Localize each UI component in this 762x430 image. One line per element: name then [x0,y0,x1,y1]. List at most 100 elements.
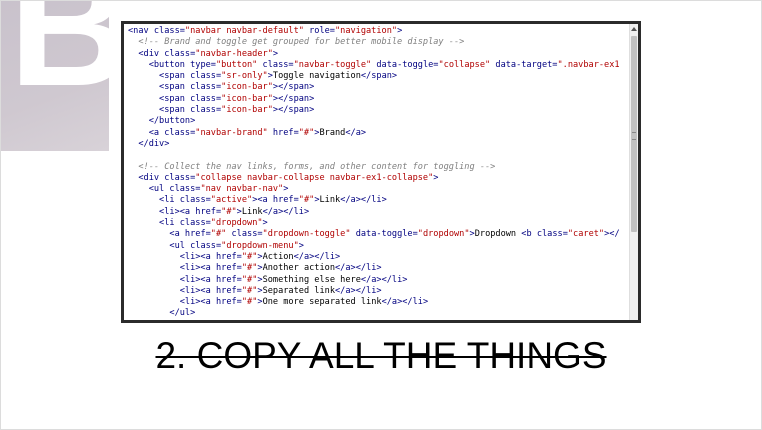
code-token: class= [179,195,211,206]
code-token: href= [215,297,242,308]
slide-caption: 2. COPY ALL THE THINGS [155,335,607,376]
code-line: <div class="navbar-header"> [128,49,630,60]
code-token: "#" [221,206,237,217]
code-token: </a></li> [335,263,382,274]
code-line: <li class="active"><a href="#">Link</a><… [128,195,630,206]
code-token: "#" [210,229,227,240]
code-line: <li><a href="#">Link</a></li> [128,207,630,218]
code-token: <ul [128,240,191,251]
presentation-slide: B <nav class="navbar navbar-default" rol… [0,0,762,430]
code-token: "collapse navbar-collapse navbar-ex1-col… [195,172,434,183]
code-token: "#" [298,195,315,206]
code-token: </a></li> [335,285,382,296]
chevron-up-icon[interactable] [631,27,637,31]
code-token: <li><a [128,285,216,296]
code-token: </a></li> [360,274,408,285]
code-token: class= [536,229,568,240]
code-token: <li><a [128,251,216,262]
code-line: <button type="button" class="navbar-togg… [128,60,630,71]
code-token: </span> [360,71,398,82]
code-line: <ul class="nav navbar-nav"> [128,184,630,195]
code-line: <nav class="navbar navbar-default" role=… [128,26,630,37]
code-token: > [262,218,268,229]
code-token: class= [257,59,294,70]
code-line: <div class="collapse navbar-collapse nav… [128,173,630,184]
code-token: class= [190,82,222,93]
code-token: Something else here [262,274,361,285]
code-token: Separated link [262,285,335,296]
code-token: "caret" [567,229,605,240]
code-token: href= [215,274,242,285]
code-token: class= [226,229,263,240]
code-token: <span [128,93,191,104]
code-line: <span class="icon-bar"></span> [128,94,630,105]
code-line: <a href="#" class="dropdown-toggle" data… [128,229,630,240]
code-token: "navbar-brand" [195,127,268,138]
code-token: <!-- Collect the nav links, forms, and o… [128,161,496,172]
vertical-scrollbar[interactable] [629,24,638,320]
code-line: <!-- Brand and toggle get grouped for be… [128,37,630,48]
code-token: href= [215,285,242,296]
code-token: "#" [298,127,315,138]
code-line: </div> [128,139,630,150]
code-token: "button" [215,59,258,70]
code-token: data-toggle= [350,229,418,240]
code-token: <nav [128,26,154,36]
code-token: </button> [128,116,196,127]
code-token: Action [262,251,294,262]
code-token: ></span> [272,82,315,93]
code-token: "navbar-header" [195,48,273,59]
code-token: class= [190,71,222,82]
code-line: </ul> [128,308,630,319]
code-token: > [298,240,304,251]
code-line: <li><a href="#">Another action</a></li> [128,263,630,274]
code-token: data-toggle= [371,59,439,70]
code-token: Brand [319,127,346,138]
code-token: class= [179,218,211,229]
code-token: href= [195,206,222,217]
code-token: </a> [345,127,367,138]
code-view[interactable]: <nav class="navbar navbar-default" role=… [124,24,630,320]
bootstrap-logo: B [1,1,133,151]
code-token: "dropdown" [417,229,470,240]
code-token: <li><a [128,206,196,217]
code-token: <li [128,218,180,229]
code-token: ><a [252,195,273,206]
code-token: Dropdown [474,229,522,240]
code-token: "nav navbar-nav" [200,184,284,195]
code-token: <!-- Brand and toggle get grouped for be… [128,37,465,48]
code-token: <span [128,105,191,116]
code-token: "sr-only" [221,71,268,82]
code-token: Toggle navigation [272,71,361,82]
code-token: One more separated link [262,297,382,308]
code-token: <button [128,59,191,70]
code-token: <div [128,48,165,59]
code-token: "#" [241,285,258,296]
code-token: <a [128,127,165,138]
code-token: "dropdown-toggle" [262,229,351,240]
code-line: <!-- Collect the nav links, forms, and o… [128,162,630,173]
code-token: "navbar navbar-default" [184,26,304,36]
code-token: </a></li> [293,251,341,262]
code-token: <li><a [128,297,216,308]
code-token: href= [272,195,299,206]
code-line: <span class="icon-bar"></span> [128,82,630,93]
code-token: "#" [241,297,258,308]
code-token: "icon-bar" [221,93,273,104]
code-token: class= [164,48,196,59]
code-token: </ul> [128,308,196,319]
code-token: "navigation" [334,26,398,36]
code-token: class= [190,93,222,104]
code-token: Another action [262,263,335,274]
code-token: type= [190,59,216,70]
code-token: ></span> [272,93,315,104]
code-token: ></span> [272,105,315,116]
code-token: </a></li> [340,195,387,206]
code-token: "dropdown" [210,218,263,229]
code-token: </a></li> [381,297,429,308]
code-token: <div [128,172,165,183]
code-token: class= [169,184,201,195]
code-token: "collapse" [438,59,491,70]
code-line: <li><a href="#">Separated link</a></li> [128,286,630,297]
code-token: </a></li> [262,206,310,217]
